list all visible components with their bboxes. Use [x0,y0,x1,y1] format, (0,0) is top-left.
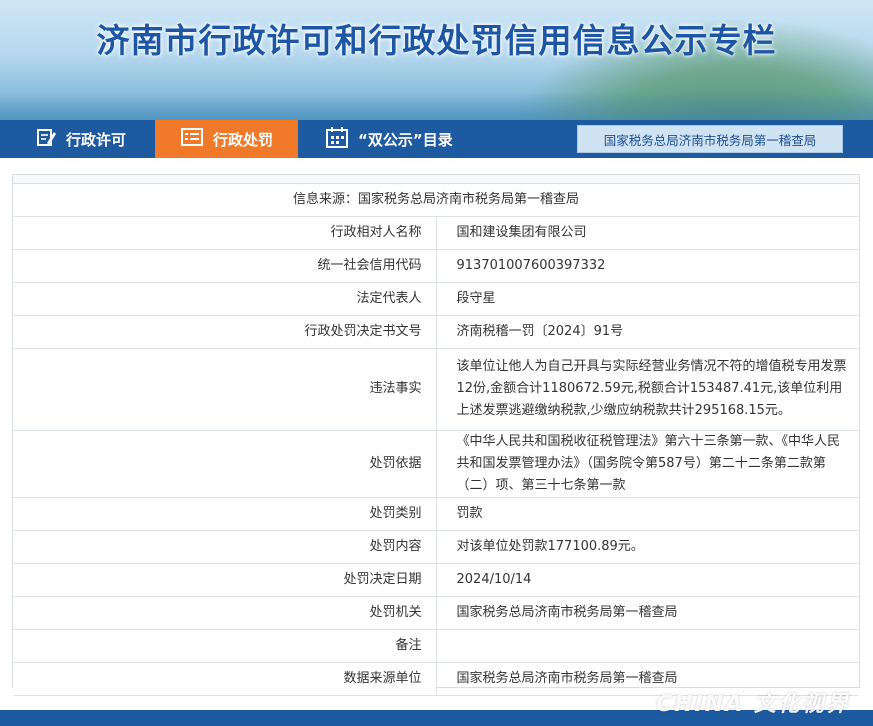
row-label: 备注 [13,629,437,663]
row-value: 国和建设集团有限公司 [436,216,859,250]
tab-double-publicity-catalog[interactable]: “双公示”目录 [326,120,486,158]
tab-administrative-penalty[interactable]: 行政处罚 [155,120,298,158]
row-label: 法定代表人 [13,282,437,316]
table-row: 处罚依据 《中华人民共和国税收征税管理法》第六十三条第一款、《中华人民共和国发票… [13,430,859,498]
detail-table: 信息来源：国家税务总局济南市税务局第一稽查局 行政相对人名称 国和建设集团有限公… [13,184,859,696]
row-label: 处罚类别 [13,497,437,531]
watermark: CHINA 文化视界 [656,692,850,717]
row-label: 统一社会信用代码 [13,249,437,283]
row-value: 国家税务总局济南市税务局第一稽查局 [436,596,859,630]
row-label: 处罚机关 [13,596,437,630]
table-row: 处罚类别 罚款 [13,497,859,531]
row-value: 罚款 [436,497,859,531]
info-source: 信息来源：国家税务总局济南市税务局第一稽查局 [13,184,859,217]
row-label: 处罚依据 [13,430,437,498]
row-value: 济南税稽一罚〔2024〕91号 [436,315,859,349]
tab-label: 行政处罚 [213,130,274,149]
row-value: 段守星 [436,282,859,316]
row-label: 处罚决定日期 [13,563,437,597]
panel-topbar [13,175,859,184]
table-row: 行政处罚决定书文号 济南税稽一罚〔2024〕91号 [13,315,859,349]
row-label: 行政处罚决定书文号 [13,315,437,349]
table-row: 法定代表人 段守星 [13,282,859,316]
row-label: 处罚内容 [13,530,437,564]
calendar-icon [326,126,348,152]
row-label: 数据来源单位 [13,662,437,696]
page-title: 济南市行政许可和行政处罚信用信息公示专栏 [96,21,777,60]
row-value: 该单位让他人为自己开具与实际经营业务情况不符的增值税专用发票12份,金额合计11… [436,348,859,431]
row-value: 913701007600397332 [436,249,859,283]
table-row: 处罚机关 国家税务总局济南市税务局第一稽查局 [13,596,859,630]
table-row: 违法事实 该单位让他人为自己开具与实际经营业务情况不符的增值税专用发票12份,金… [13,348,859,431]
row-value: 《中华人民共和国税收征税管理法》第六十三条第一款、《中华人民共和国发票管理办法》… [436,430,859,498]
detail-panel: 信息来源：国家税务总局济南市税务局第一稽查局 行政相对人名称 国和建设集团有限公… [12,174,860,696]
banner-lake [0,92,873,120]
table-row: 处罚决定日期 2024/10/14 [13,563,859,597]
tab-administrative-license[interactable]: 行政许可 [36,120,154,158]
table-row: 处罚内容 对该单位处罚款177100.89元。 [13,530,859,564]
row-value: 对该单位处罚款177100.89元。 [436,530,859,564]
main-nav: 行政许可 行政处罚 “双公示”目录 国家税务总局济南市税务局第一稽查局 [0,120,873,158]
tab-label: 行政许可 [66,130,127,149]
table-row: 统一社会信用代码 913701007600397332 [13,249,859,283]
header-banner: 济南市行政许可和行政处罚信用信息公示专栏 [0,0,873,120]
row-value: 2024/10/14 [436,563,859,597]
source-row: 信息来源：国家税务总局济南市税务局第一稽查局 [13,184,859,217]
row-value [436,629,859,663]
edit-icon [36,127,56,151]
table-row: 备注 [13,629,859,663]
org-filter-label[interactable]: 国家税务总局济南市税务局第一稽查局 [577,125,843,153]
table-row: 行政相对人名称 国和建设集团有限公司 [13,216,859,250]
tab-label: “双公示”目录 [358,130,453,149]
list-icon [181,128,203,150]
row-label: 行政相对人名称 [13,216,437,250]
row-label: 违法事实 [13,348,437,431]
